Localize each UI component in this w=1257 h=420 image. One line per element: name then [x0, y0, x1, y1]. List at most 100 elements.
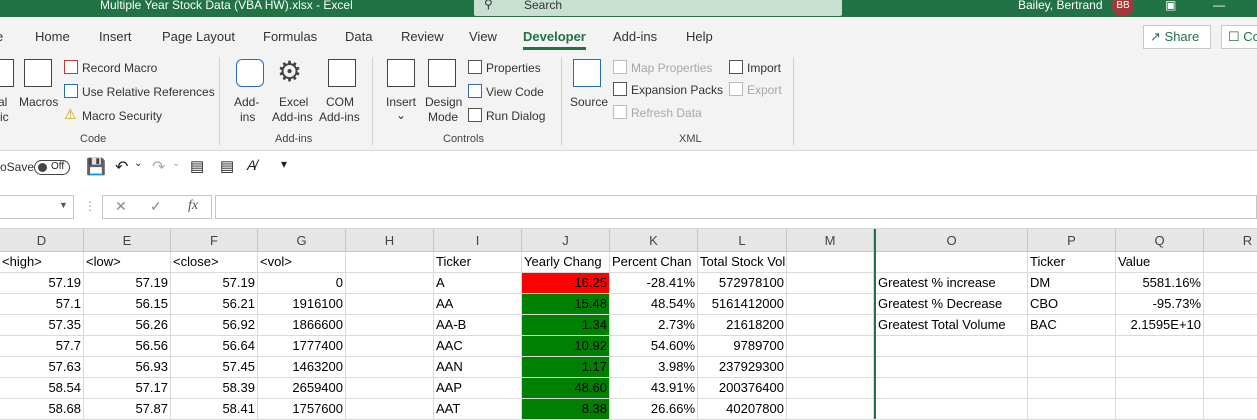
cell-q3[interactable]: -95.73% [1116, 294, 1204, 315]
cell-d7[interactable]: 58.54 [0, 378, 84, 399]
cell-o6[interactable] [876, 357, 1028, 378]
search-box[interactable]: ⚲ Search [474, 0, 842, 16]
cell-d4[interactable]: 57.35 [0, 315, 84, 336]
record-macro-button[interactable]: Record Macro [82, 61, 157, 75]
macros-button[interactable]: Macros [19, 95, 58, 109]
cell-r3[interactable] [1204, 294, 1257, 315]
cell-i5[interactable]: AAC [434, 336, 522, 357]
xml-source-icon[interactable] [573, 59, 601, 87]
cell-g4[interactable]: 1866600 [258, 315, 346, 336]
insert-controls-button[interactable]: Insert [386, 95, 416, 109]
cell-f7[interactable]: 58.39 [171, 378, 258, 399]
cell-l1[interactable]: Total Stock Volume [698, 252, 787, 273]
cell-j7[interactable]: 48.60 [522, 378, 610, 399]
cell-e3[interactable]: 56.15 [84, 294, 171, 315]
add-ins-icon[interactable] [236, 59, 264, 87]
redo-dropdown-icon[interactable]: ⌄ [172, 158, 180, 169]
cell-m3[interactable] [787, 294, 874, 315]
xml-source-button[interactable]: Source [570, 95, 608, 109]
cell-d2[interactable]: 57.19 [0, 273, 84, 294]
cell-f1[interactable]: <close> [171, 252, 258, 273]
avatar[interactable]: BB [1112, 0, 1134, 16]
cell-e5[interactable]: 56.56 [84, 336, 171, 357]
cell-k6[interactable]: 3.98% [610, 357, 698, 378]
macro-security-button[interactable]: Macro Security [82, 109, 162, 123]
gear-icon[interactable]: ⚙ [277, 55, 302, 88]
cell-h3[interactable] [346, 294, 434, 315]
column-header-h[interactable]: H [346, 229, 434, 252]
cell-f3[interactable]: 56.21 [171, 294, 258, 315]
column-header-g[interactable]: G [258, 229, 346, 252]
cell-m5[interactable] [787, 336, 874, 357]
cell-q7[interactable] [1116, 378, 1204, 399]
ribbon-display-icon[interactable]: ▣ [1165, 0, 1176, 12]
cell-q5[interactable] [1116, 336, 1204, 357]
cell-l6[interactable]: 237929300 [698, 357, 787, 378]
cell-q1[interactable]: Value [1116, 252, 1204, 273]
column-header-f[interactable]: F [171, 229, 258, 252]
cell-p2[interactable]: DM [1028, 273, 1116, 294]
cell-i4[interactable]: AA-B [434, 315, 522, 336]
column-header-j[interactable]: J [522, 229, 610, 252]
relative-references-button[interactable]: Use Relative References [82, 85, 215, 99]
column-header-d[interactable]: D [0, 229, 84, 252]
cell-h2[interactable] [346, 273, 434, 294]
undo-dropdown-icon[interactable]: ⌄ [134, 158, 142, 169]
cell-r7[interactable] [1204, 378, 1257, 399]
macros-icon[interactable] [24, 59, 52, 87]
column-header-q[interactable]: Q [1116, 229, 1204, 252]
user-name[interactable]: Bailey, Bertrand [1018, 0, 1103, 12]
cell-h4[interactable] [346, 315, 434, 336]
cell-m6[interactable] [787, 357, 874, 378]
name-box[interactable]: ▼ [0, 195, 74, 219]
cell-l4[interactable]: 21618200 [698, 315, 787, 336]
cell-d6[interactable]: 57.63 [0, 357, 84, 378]
tab-insert[interactable]: Insert [99, 29, 132, 44]
enter-icon[interactable]: ✓ [150, 198, 162, 215]
cell-j6[interactable]: 1.17 [522, 357, 610, 378]
import-button[interactable]: Import [747, 61, 781, 75]
column-header-i[interactable]: I [434, 229, 522, 252]
column-header-r[interactable]: R [1204, 229, 1257, 252]
cell-l2[interactable]: 572978100 [698, 273, 787, 294]
cell-k1[interactable]: Percent Chan [610, 252, 698, 273]
tab-review[interactable]: Review [401, 29, 444, 44]
view-code-button[interactable]: View Code [486, 85, 544, 99]
share-button[interactable]: ↗ Share [1143, 25, 1211, 49]
cell-g1[interactable]: <vol> [258, 252, 346, 273]
cell-h1[interactable] [346, 252, 434, 273]
cell-k2[interactable]: -28.41% [610, 273, 698, 294]
export-button[interactable]: Export [747, 83, 782, 97]
cell-p4[interactable]: BAC [1028, 315, 1116, 336]
cell-d3[interactable]: 57.1 [0, 294, 84, 315]
properties-button[interactable]: Properties [486, 61, 541, 75]
cell-i2[interactable]: A [434, 273, 522, 294]
cell-f2[interactable]: 57.19 [171, 273, 258, 294]
design-mode-icon[interactable] [428, 59, 456, 87]
expansion-packs-button[interactable]: Expansion Packs [631, 83, 723, 97]
cell-r5[interactable] [1204, 336, 1257, 357]
cell-i3[interactable]: AA [434, 294, 522, 315]
cell-j3[interactable]: 15.48 [522, 294, 610, 315]
cell-e1[interactable]: <low> [84, 252, 171, 273]
cell-f5[interactable]: 56.64 [171, 336, 258, 357]
customize-qat-icon[interactable]: ▾ [281, 157, 287, 171]
cell-j1[interactable]: Yearly Chang [522, 252, 610, 273]
name-box-dropdown-icon[interactable]: ▼ [59, 200, 68, 210]
undo-icon[interactable]: ↶ [115, 157, 128, 177]
run-dialog-button[interactable]: Run Dialog [486, 109, 545, 123]
cell-q2[interactable]: 5581.16% [1116, 273, 1204, 294]
refresh-data-button[interactable]: Refresh Data [631, 106, 702, 120]
cell-r2[interactable] [1204, 273, 1257, 294]
tab-developer[interactable]: Developer [523, 29, 586, 50]
cell-e7[interactable]: 57.17 [84, 378, 171, 399]
minimize-icon[interactable]: — [1213, 0, 1225, 12]
cell-l3[interactable]: 5161412000 [698, 294, 787, 315]
cell-i6[interactable]: AAN [434, 357, 522, 378]
cell-p5[interactable] [1028, 336, 1116, 357]
tab-page-layout[interactable]: Page Layout [162, 29, 235, 44]
cell-p6[interactable] [1028, 357, 1116, 378]
cell-o4[interactable]: Greatest Total Volume [876, 315, 1028, 336]
clear-format-icon[interactable]: A̸ [247, 157, 256, 173]
cell-h5[interactable] [346, 336, 434, 357]
